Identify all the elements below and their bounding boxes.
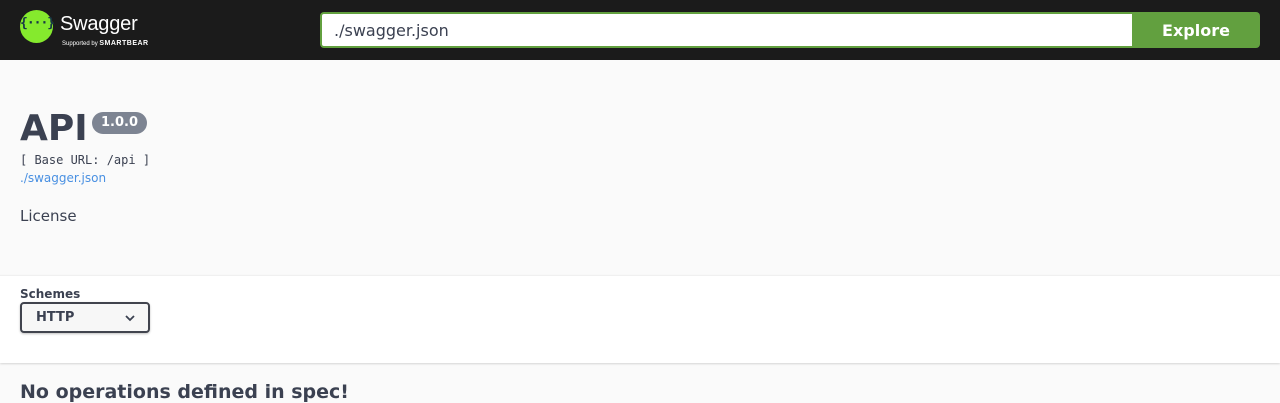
logo-sub-brand: SMARTBEAR bbox=[99, 40, 149, 47]
chevron-down-icon bbox=[125, 315, 135, 322]
schemes-select[interactable]: HTTP bbox=[20, 302, 150, 333]
version-badge: 1.0.0 bbox=[92, 112, 148, 134]
logo-subtitle: Supported by SMARTBEAR bbox=[62, 40, 149, 47]
schemes-selected-value: HTTP bbox=[36, 310, 75, 325]
base-url: [ Base URL: /api ] bbox=[20, 153, 151, 167]
page-title: API bbox=[20, 108, 88, 149]
explore-button[interactable]: Explore bbox=[1132, 12, 1260, 48]
license-link[interactable]: License bbox=[20, 207, 77, 225]
swagger-logo[interactable]: {···} Swagger Supported by SMARTBEAR bbox=[20, 10, 180, 50]
schemes-label: Schemes bbox=[20, 287, 81, 301]
spec-link[interactable]: ./swagger.json bbox=[20, 171, 106, 185]
logo-sub-small: Supported by bbox=[62, 41, 98, 47]
spec-url-input[interactable] bbox=[320, 12, 1132, 48]
api-info: API 1.0.0 [ Base URL: /api ] ./swagger.j… bbox=[0, 60, 1280, 275]
schemes-section: Schemes HTTP bbox=[0, 275, 1280, 363]
swagger-logo-icon: {···} bbox=[20, 10, 55, 43]
topbar: {···} Swagger Supported by SMARTBEAR Exp… bbox=[0, 0, 1280, 60]
logo-name: Swagger bbox=[60, 13, 138, 35]
logo-glyph: {···} bbox=[20, 16, 55, 31]
